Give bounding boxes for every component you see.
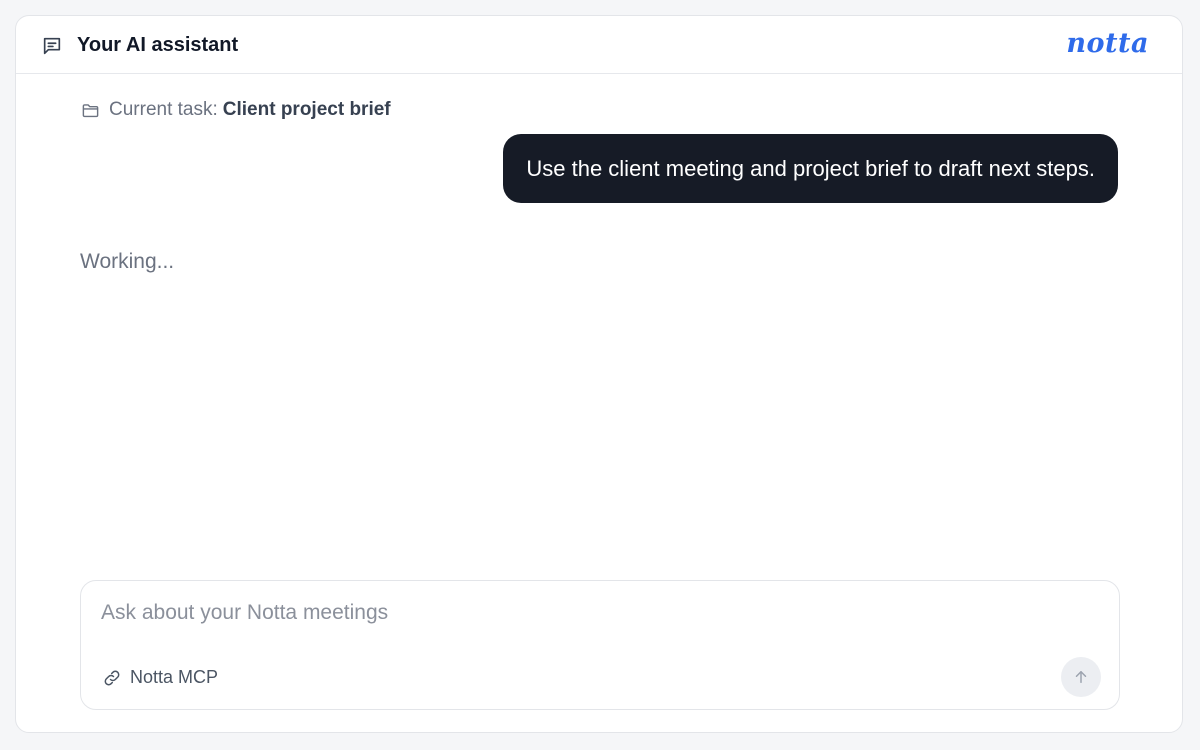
link-icon [103,669,121,687]
connector-label: Notta MCP [130,667,219,687]
header-bar: Your AI assistant notta [16,16,1182,74]
message-composer: Notta MCP [80,580,1120,710]
notta-mcp-connector[interactable]: Notta MCP [103,667,218,688]
message-input[interactable] [101,601,1001,625]
current-task-indicator: Current task: Client project brief [81,98,391,122]
folder-icon [81,101,100,120]
assistant-window: Your AI assistant notta Current task: Cl… [15,15,1183,733]
message-square-icon [41,35,63,57]
user-message-bubble: Use the client meeting and project brief… [503,134,1118,203]
current-task-name: Client project brief [222,99,391,120]
page-title: Your AI assistant [77,34,239,56]
send-button[interactable] [1061,657,1101,697]
current-task-label: Current task: [109,99,218,120]
notta-logo[interactable]: notta [1066,26,1149,62]
arrow-up-icon [1075,671,1087,683]
assistant-status: Working... [80,250,175,273]
